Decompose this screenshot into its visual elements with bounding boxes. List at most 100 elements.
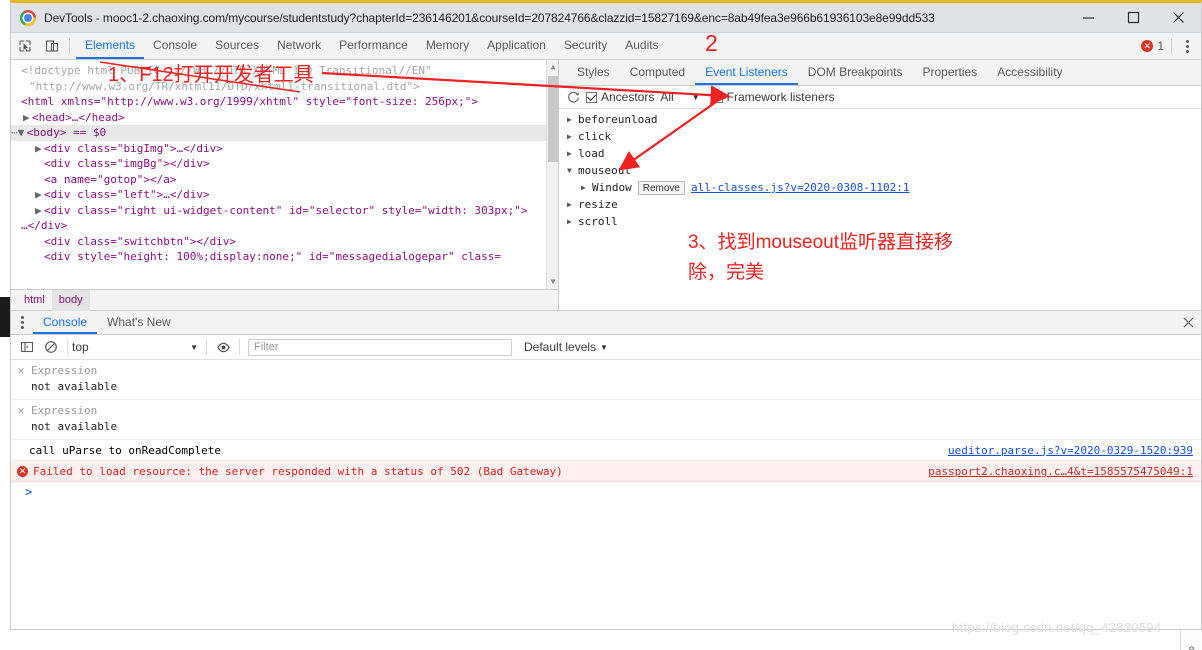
- kebab-menu-icon[interactable]: [1179, 39, 1195, 53]
- tab-elements[interactable]: Elements: [76, 33, 145, 59]
- dom-line[interactable]: ▶ <head>…</head>: [11, 110, 558, 126]
- drawer-close-icon[interactable]: [1175, 311, 1201, 334]
- minimize-button[interactable]: [1066, 3, 1111, 33]
- console-error-source-link[interactable]: passport2.chaoxing.c…4&t=1585575475049:1: [928, 465, 1193, 478]
- ancestors-checkbox[interactable]: Ancestors: [586, 90, 654, 104]
- sidebar-tab-dom-breakpoints[interactable]: DOM Breakpoints: [798, 60, 913, 85]
- drawer-tab-console[interactable]: Console: [33, 311, 98, 334]
- dom-line[interactable]: "http://www.w3.org/TR/xhtml11/DTD/xhtml1…: [11, 79, 558, 95]
- expand-triangle-icon[interactable]: ▶: [23, 110, 32, 126]
- toggle-device-toolbar-icon[interactable]: [38, 33, 65, 59]
- sidebar-tab-label: Properties: [922, 64, 978, 79]
- breadcrumb-item-body[interactable]: body: [51, 289, 90, 311]
- console-context-select[interactable]: top ▼: [72, 340, 202, 354]
- listener-row-click[interactable]: ▶ click: [559, 128, 1201, 145]
- collapse-triangle-icon[interactable]: ▼: [18, 125, 27, 141]
- listener-row-load[interactable]: ▶ load: [559, 145, 1201, 162]
- tab-performance[interactable]: Performance: [330, 33, 417, 59]
- expand-triangle-icon[interactable]: ▶: [567, 128, 578, 145]
- listener-target-row[interactable]: ▶ Window Remove all-classes.js?v=2020-03…: [559, 179, 1201, 196]
- expand-triangle-icon[interactable]: ▶: [35, 141, 44, 157]
- tab-performance-label: Performance: [339, 38, 408, 52]
- listener-row-mouseout[interactable]: ▼ mouseout: [559, 162, 1201, 179]
- sidebar-tab-styles[interactable]: Styles: [567, 60, 620, 85]
- drawer-kebab-menu-icon[interactable]: [11, 311, 33, 334]
- tab-memory[interactable]: Memory: [417, 33, 478, 59]
- dom-line[interactable]: <div style="height: 100%;display:none;" …: [11, 249, 558, 265]
- expand-triangle-icon[interactable]: ▶: [35, 203, 44, 219]
- console-levels-value: Default levels: [524, 340, 597, 354]
- scroll-up-arrow-icon[interactable]: ▲: [547, 60, 558, 74]
- sidebar-tab-event-listeners[interactable]: Event Listeners: [695, 60, 798, 85]
- dom-tree[interactable]: <!doctype html PUBLIC "-//W3C//DTD XHTML…: [11, 60, 558, 289]
- dom-line[interactable]: …</div>: [11, 218, 558, 234]
- listener-name: resize: [578, 198, 618, 211]
- breadcrumb-item-html[interactable]: html: [17, 290, 52, 311]
- dom-line[interactable]: ▶ <div class="left">…</div>: [11, 187, 558, 203]
- error-count-badge[interactable]: ✕ 1: [1141, 39, 1164, 53]
- tab-console[interactable]: Console: [144, 33, 206, 59]
- chevron-down-icon[interactable]: ▼: [692, 93, 700, 102]
- scroll-down-arrow-icon[interactable]: ▼: [547, 275, 558, 289]
- event-listener-list[interactable]: ▶ beforeunload ▶ click ▶ load ▼ mouseout…: [559, 109, 1201, 310]
- expand-triangle-icon[interactable]: ▶: [35, 187, 44, 203]
- dom-line[interactable]: <div class="switchbtn"></div>: [11, 234, 558, 250]
- chevron-down-icon[interactable]: ▼: [190, 343, 198, 352]
- sidebar-tabbar: Styles Computed Event Listeners DOM Brea…: [559, 60, 1201, 86]
- dom-line[interactable]: <div class="imgBg"></div>: [11, 156, 558, 172]
- tab-security[interactable]: Security: [555, 33, 616, 59]
- chevron-down-icon[interactable]: ▼: [600, 343, 608, 352]
- console-messages[interactable]: ✕ Expression not available ✕ Expression …: [11, 360, 1201, 629]
- listener-filter-select[interactable]: All ▼: [660, 90, 699, 104]
- tab-network[interactable]: Network: [268, 33, 330, 59]
- maximize-button[interactable]: [1111, 3, 1156, 33]
- tab-audits[interactable]: Audits: [616, 33, 667, 59]
- expand-triangle-icon[interactable]: ▶: [567, 145, 578, 162]
- sidebar-tab-properties[interactable]: Properties: [912, 60, 987, 85]
- dom-line[interactable]: <a name="gotop"></a>: [11, 172, 558, 188]
- listener-source-link[interactable]: all-classes.js?v=2020-0308-1102:1: [691, 179, 910, 196]
- collapse-triangle-icon[interactable]: ▼: [567, 162, 578, 179]
- dom-line[interactable]: <html xmlns="http://www.w3.org/1999/xhtm…: [11, 94, 558, 110]
- console-levels-select[interactable]: Default levels ▼: [524, 340, 608, 354]
- listener-row-scroll[interactable]: ▶ scroll: [559, 213, 1201, 230]
- clear-console-icon[interactable]: [39, 335, 63, 359]
- tab-sources[interactable]: Sources: [206, 33, 268, 59]
- drawer-tab-whats-new[interactable]: What's New: [97, 311, 181, 334]
- console-prompt[interactable]: >: [11, 482, 1201, 502]
- sidebar-tab-accessibility[interactable]: Accessibility: [987, 60, 1072, 85]
- expand-triangle-icon[interactable]: ▶: [567, 196, 578, 213]
- framework-listeners-checkbox[interactable]: Framework listeners: [711, 90, 835, 104]
- dom-line-selected[interactable]: ⋯▼ <body> == $0: [11, 125, 558, 141]
- sidebar-tab-computed[interactable]: Computed: [620, 60, 695, 85]
- expand-triangle-icon[interactable]: ▶: [567, 213, 578, 230]
- expand-triangle-icon[interactable]: ▶: [567, 111, 578, 128]
- live-expression-row[interactable]: ✕ Expression not available: [11, 360, 1201, 400]
- console-log-row[interactable]: call uParse to onReadComplete ueditor.pa…: [11, 440, 1201, 461]
- event-listeners-toolbar: Ancestors All ▼ Framework listeners: [559, 86, 1201, 109]
- close-icon[interactable]: ✕: [11, 363, 31, 378]
- refresh-icon[interactable]: [567, 91, 580, 104]
- expand-triangle-icon[interactable]: ▶: [581, 179, 592, 196]
- inspect-element-icon[interactable]: [11, 33, 38, 59]
- console-log-source-link[interactable]: ueditor.parse.js?v=2020-0329-1520:939: [948, 444, 1193, 457]
- tab-application[interactable]: Application: [478, 33, 555, 59]
- remove-listener-button[interactable]: Remove: [637, 180, 685, 195]
- dom-tree-scrollbar[interactable]: ▲ ▼: [546, 60, 558, 289]
- console-filter-input[interactable]: Filter: [248, 338, 512, 356]
- dom-line-text: <div class="left">…</div>: [44, 188, 210, 201]
- sidebar-tab-label: Styles: [577, 64, 610, 79]
- close-icon[interactable]: ✕: [11, 403, 31, 418]
- close-button[interactable]: [1156, 3, 1201, 33]
- dom-scrollbar-thumb[interactable]: [548, 76, 558, 162]
- console-sidebar-icon[interactable]: [15, 335, 39, 359]
- dom-line[interactable]: ▶ <div class="bigImg">…</div>: [11, 141, 558, 157]
- console-error-row[interactable]: ✕ Failed to load resource: the server re…: [11, 461, 1201, 482]
- listener-row-resize[interactable]: ▶ resize: [559, 196, 1201, 213]
- console-prompt-symbol: >: [25, 485, 33, 499]
- live-expression-row[interactable]: ✕ Expression not available: [11, 400, 1201, 440]
- dom-line[interactable]: <!doctype html PUBLIC "-//W3C//DTD XHTML…: [11, 63, 558, 79]
- dom-line[interactable]: ▶ <div class="right ui-widget-content" id…: [11, 203, 558, 219]
- live-expression-icon[interactable]: [211, 335, 235, 359]
- listener-row-beforeunload[interactable]: ▶ beforeunload: [559, 111, 1201, 128]
